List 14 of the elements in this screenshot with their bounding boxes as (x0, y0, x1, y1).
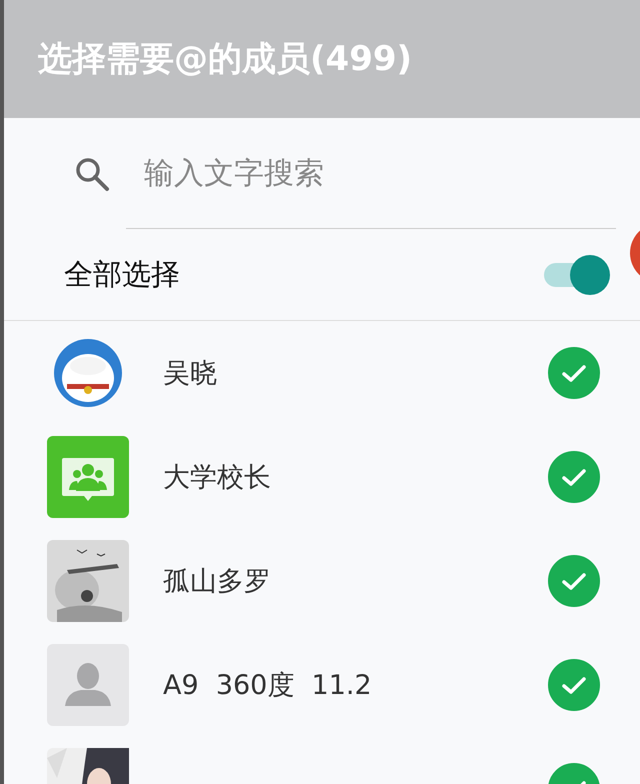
dialog-title: 选择需要@的成员(499) (38, 38, 412, 81)
search-field[interactable]: 输入文字搜索 (126, 119, 616, 229)
member-name: 大学校长 (163, 461, 271, 495)
check-icon[interactable] (548, 451, 600, 503)
default-avatar-icon (47, 644, 129, 726)
member-name: 孤山多罗 (163, 565, 271, 599)
member-name: A9 360度 11.2 (163, 669, 372, 703)
check-icon[interactable] (548, 347, 600, 399)
group-chat-icon (47, 436, 129, 518)
select-all-toggle[interactable] (542, 253, 610, 297)
member-name: 吴晓 (163, 357, 217, 391)
check-icon[interactable] (548, 659, 600, 711)
check-icon[interactable] (548, 555, 600, 607)
select-all-label: 全部选择 (64, 256, 180, 293)
